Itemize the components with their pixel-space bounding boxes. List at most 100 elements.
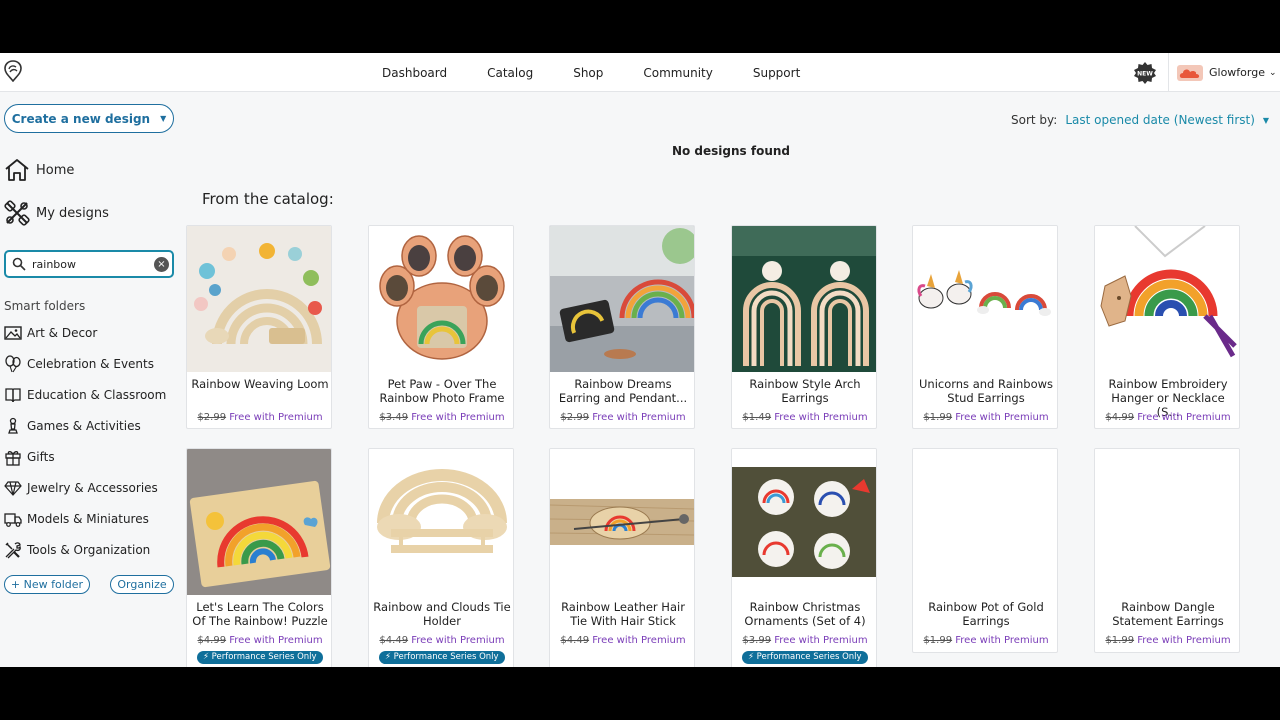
performance-badge: ⚡ Performance Series Only [197, 651, 323, 664]
search-input[interactable] [32, 256, 154, 272]
old-price: $4.49 [379, 635, 409, 646]
premium-text: Free with Premium [774, 412, 868, 423]
sidebar-item-my-designs[interactable]: My designs [4, 200, 109, 226]
product-thumbnail [913, 226, 1057, 372]
card-price: $1.49 Free with Premium [732, 412, 876, 423]
card-title: Unicorns and Rainbows Stud Earrings [918, 377, 1053, 405]
glowforge-logo-icon[interactable] [4, 60, 22, 82]
nav-community[interactable]: Community [643, 66, 712, 80]
premium-text: Free with Premium [955, 412, 1049, 423]
sort-value[interactable]: Last opened date (Newest first) [1065, 113, 1255, 127]
nav-support[interactable]: Support [753, 66, 800, 80]
card-title: Rainbow and Clouds Tie Holder [373, 600, 511, 628]
chess-pawn-icon [8, 417, 18, 434]
nav-catalog[interactable]: Catalog [487, 66, 533, 80]
catalog-card[interactable]: Rainbow Embroidery Hanger or Necklace (S… [1094, 225, 1240, 429]
diamond-icon [4, 481, 22, 496]
truck-icon [4, 513, 22, 527]
gift-icon [5, 451, 21, 466]
folder-art-decor[interactable]: Art & Decor [4, 324, 97, 342]
card-title: Rainbow Pot of Gold Earrings [928, 600, 1044, 628]
card-price: $4.99 Free with Premium [187, 635, 331, 646]
old-price: $1.99 [1105, 635, 1135, 646]
product-thumbnail [1095, 449, 1239, 595]
sort-control[interactable]: Sort by: Last opened date (Newest first)… [1011, 113, 1269, 127]
catalog-card[interactable]: Rainbow Christmas Ornaments (Set of 4) $… [731, 448, 877, 667]
book-icon [5, 388, 21, 403]
organize-button[interactable]: Organize [110, 575, 174, 594]
folder-gifts[interactable]: Gifts [4, 448, 55, 466]
sidebar-item-home[interactable]: Home [4, 158, 74, 182]
card-price: $2.99 Free with Premium [187, 412, 331, 423]
product-thumbnail [550, 226, 694, 372]
catalog-card[interactable]: Rainbow Leather Hair Tie With Hair Stick… [549, 448, 695, 667]
folder-celebration-events[interactable]: Celebration & Events [4, 355, 154, 373]
folder-label: Art & Decor [27, 326, 98, 340]
new-folder-button[interactable]: + New folder [4, 575, 90, 594]
create-design-button[interactable]: Create a new design ▼ [4, 104, 174, 133]
card-price: $4.99 Free with Premium [1095, 412, 1239, 423]
product-thumbnail [1095, 226, 1239, 372]
catalog-card[interactable]: Rainbow Dangle Statement Earrings $1.99 … [1094, 448, 1240, 653]
card-title: Rainbow Dreams Earring and Pendant... [558, 377, 688, 405]
folder-label: Celebration & Events [27, 357, 154, 371]
caret-down-icon: ▼ [160, 114, 167, 123]
nav-links: Dashboard Catalog Shop Community Support [382, 53, 840, 92]
chevron-down-icon: ⌄ [1269, 67, 1277, 78]
premium-text: Free with Premium [1137, 412, 1231, 423]
product-thumbnail [187, 226, 331, 372]
account-menu[interactable]: Glowforge ⌄ [1168, 53, 1280, 92]
catalog-card[interactable]: Let's Learn The Colors Of The Rainbow! P… [186, 448, 332, 667]
folder-education-classroom[interactable]: Education & Classroom [4, 386, 166, 404]
premium-text: Free with Premium [592, 412, 686, 423]
card-title: Rainbow Dangle Statement Earrings [1112, 600, 1224, 628]
old-price: $1.99 [923, 412, 953, 423]
premium-text: Free with Premium [955, 635, 1049, 646]
top-nav: Dashboard Catalog Shop Community Support… [0, 53, 1280, 92]
clear-search-icon[interactable]: × [154, 257, 169, 272]
product-thumbnail [732, 226, 876, 372]
old-price: $3.49 [379, 412, 409, 423]
new-badge-icon[interactable]: NEW [1134, 62, 1156, 84]
card-title: Rainbow Christmas Ornaments (Set of 4) [744, 600, 866, 628]
old-price: $3.99 [742, 635, 772, 646]
app-window: Dashboard Catalog Shop Community Support… [0, 53, 1280, 667]
card-price: $4.49 Free with Premium [369, 635, 513, 646]
catalog-card[interactable]: Rainbow Weaving Loom $2.99 Free with Pre… [186, 225, 332, 429]
catalog-card[interactable]: Unicorns and Rainbows Stud Earrings $1.9… [912, 225, 1058, 429]
balloons-icon [5, 355, 21, 373]
card-price: $4.49 Free with Premium [550, 635, 694, 646]
folder-label: Gifts [27, 450, 55, 464]
product-thumbnail [550, 449, 694, 595]
premium-text: Free with Premium [411, 635, 505, 646]
account-name: Glowforge [1209, 66, 1265, 79]
catalog-card[interactable]: Rainbow Dreams Earring and Pendant... $2… [549, 225, 695, 429]
card-title: Pet Paw - Over The Rainbow Photo Frame [379, 377, 505, 405]
old-price: $2.99 [560, 412, 590, 423]
design-search-field[interactable]: × [4, 250, 174, 278]
folder-tools-organization[interactable]: Tools & Organization [4, 541, 150, 559]
catalog-card[interactable]: Rainbow Style Arch Earrings $1.49 Free w… [731, 225, 877, 429]
product-thumbnail [913, 449, 1057, 595]
card-price: $3.99 Free with Premium [732, 635, 876, 646]
catalog-card[interactable]: Pet Paw - Over The Rainbow Photo Frame $… [368, 225, 514, 429]
folder-jewelry-accessories[interactable]: Jewelry & Accessories [4, 479, 158, 497]
catalog-card[interactable]: Rainbow Pot of Gold Earrings $1.99 Free … [912, 448, 1058, 653]
picture-icon [4, 326, 22, 340]
card-price: $1.99 Free with Premium [913, 635, 1057, 646]
folder-models-miniatures[interactable]: Models & Miniatures [4, 510, 149, 528]
cloud-avatar-icon [1177, 64, 1203, 81]
card-price: $1.99 Free with Premium [1095, 635, 1239, 646]
nav-dashboard[interactable]: Dashboard [382, 66, 447, 80]
catalog-card[interactable]: Rainbow and Clouds Tie Holder $4.49 Free… [368, 448, 514, 667]
sidebar-designs-label: My designs [36, 205, 109, 221]
folder-games-activities[interactable]: Games & Activities [4, 417, 141, 435]
nav-shop[interactable]: Shop [573, 66, 603, 80]
premium-text: Free with Premium [1137, 635, 1231, 646]
card-price: $3.49 Free with Premium [369, 412, 513, 423]
folder-label: Education & Classroom [27, 388, 167, 402]
performance-badge-label: Performance Series Only [393, 652, 499, 662]
create-design-label: Create a new design [11, 111, 151, 126]
home-icon [5, 159, 29, 181]
performance-badge-label: Performance Series Only [756, 652, 862, 662]
